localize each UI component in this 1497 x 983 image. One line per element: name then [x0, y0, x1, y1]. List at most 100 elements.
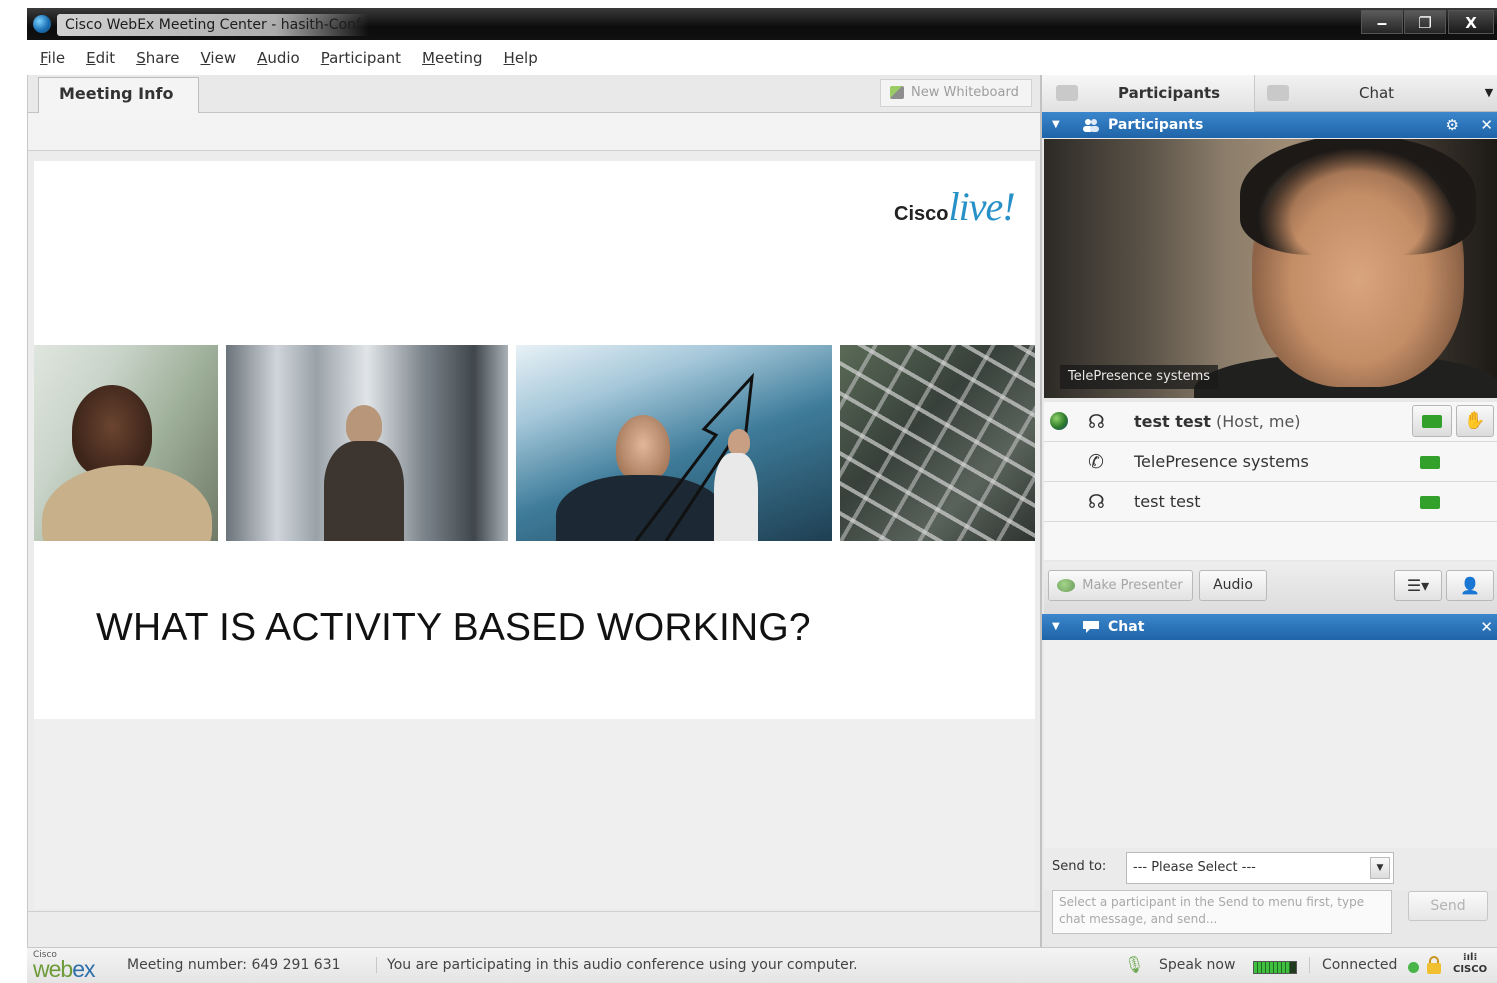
status-bar: Cisco webex Meeting number: 649 291 631 …	[27, 947, 1497, 983]
make-presenter-icon	[1057, 579, 1075, 592]
participants-panel-header[interactable]: ▼ Participants ⚙ ✕	[1042, 112, 1497, 138]
participants-panel-close-icon[interactable]: ✕	[1480, 112, 1493, 138]
list-options-icon[interactable]: ☰▾	[1394, 570, 1442, 601]
title-bar: Cisco WebEx Meeting Center - hasith-Conf…	[27, 8, 1497, 40]
chevron-down-icon[interactable]: ▼	[1370, 857, 1390, 879]
participant-name: test test	[1134, 412, 1211, 431]
photo-man-on-phone	[34, 345, 218, 541]
close-button[interactable]: X	[1448, 10, 1494, 34]
participant-name: TelePresence systems	[1134, 452, 1309, 471]
video-camera-button[interactable]	[1412, 405, 1452, 437]
participant-name: test test	[1134, 492, 1201, 511]
chat-panel-title: Chat	[1108, 619, 1145, 635]
chat-panel-close-icon[interactable]: ✕	[1480, 614, 1493, 640]
menu-help[interactable]: Help	[504, 49, 538, 67]
collapse-arrow-icon[interactable]: ▼	[1052, 112, 1060, 138]
tab-meeting-info[interactable]: Meeting Info	[38, 77, 199, 114]
menu-edit[interactable]: Edit	[86, 49, 115, 67]
photo-person-head	[346, 405, 382, 445]
meeting-number: Meeting number: 649 291 631	[127, 957, 341, 973]
menu-view[interactable]: View	[200, 49, 236, 67]
webex-logo-web: web	[33, 956, 73, 982]
participant-toolbar: Make Presenter Audio ☰▾ 👤	[1044, 562, 1497, 614]
photo-person-head	[728, 429, 750, 455]
send-to-label: Send to:	[1052, 859, 1107, 874]
menu-share[interactable]: Share	[136, 49, 179, 67]
webex-logo-word: webex	[33, 956, 96, 983]
connection-status: Connected	[1309, 957, 1397, 973]
phone-icon: ✆	[1088, 451, 1104, 473]
participant-row[interactable]: ☊ test test	[1044, 482, 1497, 522]
send-button[interactable]: Send	[1408, 891, 1488, 921]
send-to-select[interactable]: --- Please Select --- ▼	[1126, 852, 1394, 884]
speak-now-label: Speak now	[1159, 957, 1236, 973]
maximize-button[interactable]: ❐	[1404, 10, 1446, 34]
send-to-value: --- Please Select ---	[1133, 860, 1256, 875]
panel-options-gear-icon[interactable]: ⚙	[1446, 112, 1459, 138]
new-whiteboard-label: New Whiteboard	[911, 85, 1019, 100]
tab-participants[interactable]: Participants	[1042, 75, 1255, 112]
photo-woman-drawing-arrow	[516, 345, 832, 541]
invite-participant-icon[interactable]: 👤	[1446, 570, 1494, 601]
tab-participants-label: Participants	[1118, 84, 1221, 102]
webex-logo-ex: ex	[72, 956, 95, 982]
window-title: Cisco WebEx Meeting Center - hasith-Conf	[57, 14, 369, 36]
lock-icon[interactable]	[1427, 956, 1441, 974]
panels-area: Participants Chat ▼ ▼ Participants ⚙ ✕ T…	[1040, 75, 1497, 947]
chat-panel-header[interactable]: ▼ Chat ✕	[1042, 614, 1497, 640]
video-person-hair	[1240, 139, 1476, 255]
participants-panel-title: Participants	[1108, 117, 1204, 133]
photo-person-head	[72, 385, 152, 477]
new-whiteboard-button[interactable]: New Whiteboard	[880, 79, 1032, 107]
microphone-icon[interactable]: 🎙	[1124, 955, 1144, 974]
audio-button[interactable]: Audio	[1199, 570, 1267, 601]
photo-person-body	[324, 441, 404, 541]
headset-icon: ☊	[1088, 411, 1105, 433]
menu-bar: File Edit Share View Audio Participant M…	[27, 40, 1497, 75]
menu-file[interactable]: File	[40, 49, 65, 67]
arrow-drawing-icon	[634, 372, 754, 541]
photo-person-shirt	[42, 465, 212, 541]
mute-microphone-button[interactable]: ✋	[1456, 405, 1494, 437]
audio-status-text: You are participating in this audio conf…	[376, 957, 858, 973]
collapse-arrow-icon[interactable]: ▼	[1052, 614, 1060, 640]
shared-slide: Ciscolive! WHAT IS ACTIVITY BASED WORKIN…	[34, 161, 1035, 719]
video-name-label: TelePresence systems	[1060, 365, 1219, 389]
video-camera-icon	[1420, 456, 1440, 469]
participant-row[interactable]: ☊ test test (Host, me) ✋	[1044, 402, 1497, 442]
tab-chat-label: Chat	[1359, 84, 1395, 102]
speak-level-fill	[1254, 962, 1290, 973]
menu-meeting[interactable]: Meeting	[422, 49, 483, 67]
video-camera-icon	[1422, 415, 1442, 428]
chat-history	[1044, 640, 1497, 848]
minimize-button[interactable]: ‒	[1361, 10, 1403, 34]
menu-audio[interactable]: Audio	[257, 49, 300, 67]
participant-role: (Host, me)	[1216, 412, 1301, 431]
panel-menu-dropdown-icon[interactable]: ▼	[1479, 75, 1497, 112]
participants-tab-icon	[1056, 85, 1078, 101]
headset-icon: ☊	[1088, 491, 1105, 513]
content-tab-strip: Meeting Info New Whiteboard	[28, 75, 1041, 114]
slide-heading: WHAT IS ACTIVITY BASED WORKING?	[96, 606, 811, 649]
chat-icon	[1083, 621, 1099, 633]
content-viewer: Meeting Info New Whiteboard Ciscolive! W…	[27, 75, 1041, 947]
menu-participant[interactable]: Participant	[321, 49, 401, 67]
photo-data-center	[226, 345, 508, 541]
webex-app-icon	[33, 15, 51, 33]
chat-message-input[interactable]: Select a participant in the Send to menu…	[1052, 890, 1392, 934]
active-speaker-video: TelePresence systems	[1044, 139, 1497, 398]
participant-row[interactable]: ✆ TelePresence systems	[1044, 442, 1497, 482]
slide-photo-strip	[34, 345, 1035, 541]
send-to-row: Send to: --- Please Select --- ▼	[1044, 848, 1497, 890]
participant-list: ☊ test test (Host, me) ✋ ✆ TelePresence …	[1044, 402, 1497, 560]
logo-cisco-text: Cisco	[894, 203, 949, 225]
make-presenter-button[interactable]: Make Presenter	[1048, 570, 1193, 601]
speak-level-meter	[1253, 961, 1297, 974]
network-status-icon	[1050, 412, 1068, 430]
tab-chat[interactable]: Chat	[1255, 75, 1481, 112]
viewer-bottom-strip	[28, 911, 1041, 947]
video-camera-icon	[1420, 496, 1440, 509]
cisco-live-logo: Ciscolive!	[894, 183, 1016, 233]
make-presenter-label: Make Presenter	[1082, 578, 1183, 593]
participants-icon	[1083, 119, 1099, 132]
